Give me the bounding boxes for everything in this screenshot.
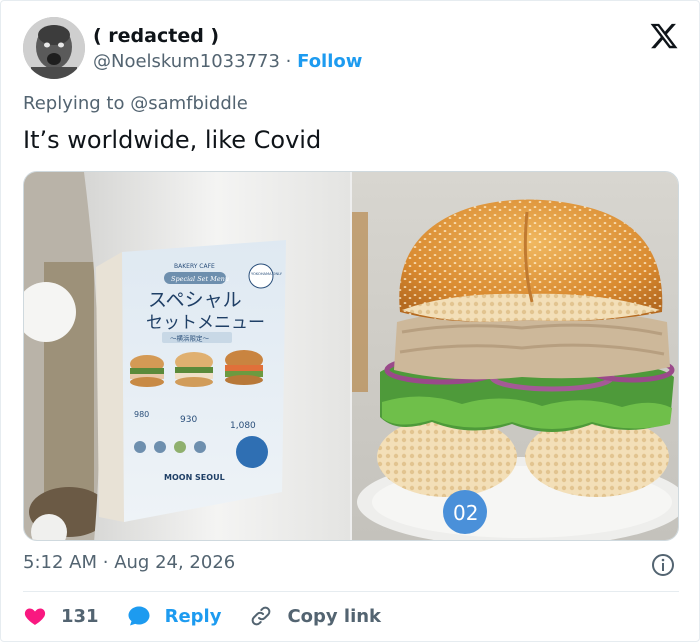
info-icon[interactable] (651, 553, 675, 577)
poster-brand: BAKERY CAFE (174, 263, 215, 270)
photo-badge: 02 (453, 501, 478, 525)
replying-to-prefix: Replying to (23, 93, 131, 114)
tweet-actions: 131 Reply Copy link (23, 601, 409, 631)
media-photo-poster[interactable]: BAKERY CAFE Special Set Menu スペシャル セットメニ… (24, 172, 350, 540)
x-logo-icon[interactable] (649, 21, 679, 51)
follow-button[interactable]: Follow (297, 51, 362, 72)
avatar[interactable] (23, 17, 85, 79)
reply-button[interactable]: Reply (127, 604, 222, 628)
tweet-date: Aug 24, 2026 (114, 552, 236, 573)
tweet-time: 5:12 AM (23, 552, 97, 573)
handle-row: @Noelskum1033773 · Follow (93, 49, 362, 75)
heart-icon (23, 604, 47, 628)
user-handle[interactable]: @Noelskum1033773 (93, 51, 280, 72)
reply-bubble-icon (127, 604, 151, 628)
poster-sandwich-3 (225, 350, 263, 385)
poster-sandwich-2 (175, 352, 213, 387)
poster-tag: ～横浜限定～ (170, 334, 210, 343)
user-info: ( redacted ) @Noelskum1033773 · Follow (93, 25, 362, 75)
display-name[interactable]: ( redacted ) (93, 25, 362, 47)
poster-subtitle: Special Set Menu (171, 275, 229, 283)
poster-footer: MOON SEOUL (164, 473, 225, 482)
tweet-card: ( redacted ) @Noelskum1033773 · Follow R… (0, 0, 700, 642)
timestamp-separator: · (102, 552, 109, 573)
poster-sandwich-1 (130, 355, 164, 387)
like-count: 131 (61, 605, 99, 627)
poster-title-line1: スペシャル (148, 289, 242, 311)
poster-price-3: 1,080 (230, 421, 256, 431)
poster-price-2: 930 (180, 415, 197, 425)
handle-separator: · (285, 51, 292, 72)
tweet-text: It’s worldwide, like Covid (23, 126, 322, 154)
tweet-header: ( redacted ) @Noelskum1033773 · Follow (23, 17, 683, 79)
poster-price-1: 980 (134, 410, 149, 419)
copy-link-label: Copy link (287, 605, 382, 627)
divider (23, 591, 679, 592)
copy-link-button[interactable]: Copy link (249, 604, 381, 628)
media-photo-sandwich[interactable]: 02 (352, 172, 678, 540)
poster-title-line2: セットメニュー (146, 313, 265, 333)
replying-to: Replying to @samfbiddle (23, 93, 248, 114)
reply-mention-link[interactable]: @samfbiddle (130, 93, 248, 114)
link-icon (249, 604, 273, 628)
tweet-timestamp[interactable]: 5:12 AM · Aug 24, 2026 (23, 552, 235, 573)
like-button[interactable]: 131 (23, 604, 99, 628)
poster-badge: YOKOHAMA ONLY (251, 272, 283, 276)
tweet-media[interactable]: BAKERY CAFE Special Set Menu スペシャル セットメニ… (23, 171, 679, 541)
reply-label: Reply (164, 605, 222, 627)
